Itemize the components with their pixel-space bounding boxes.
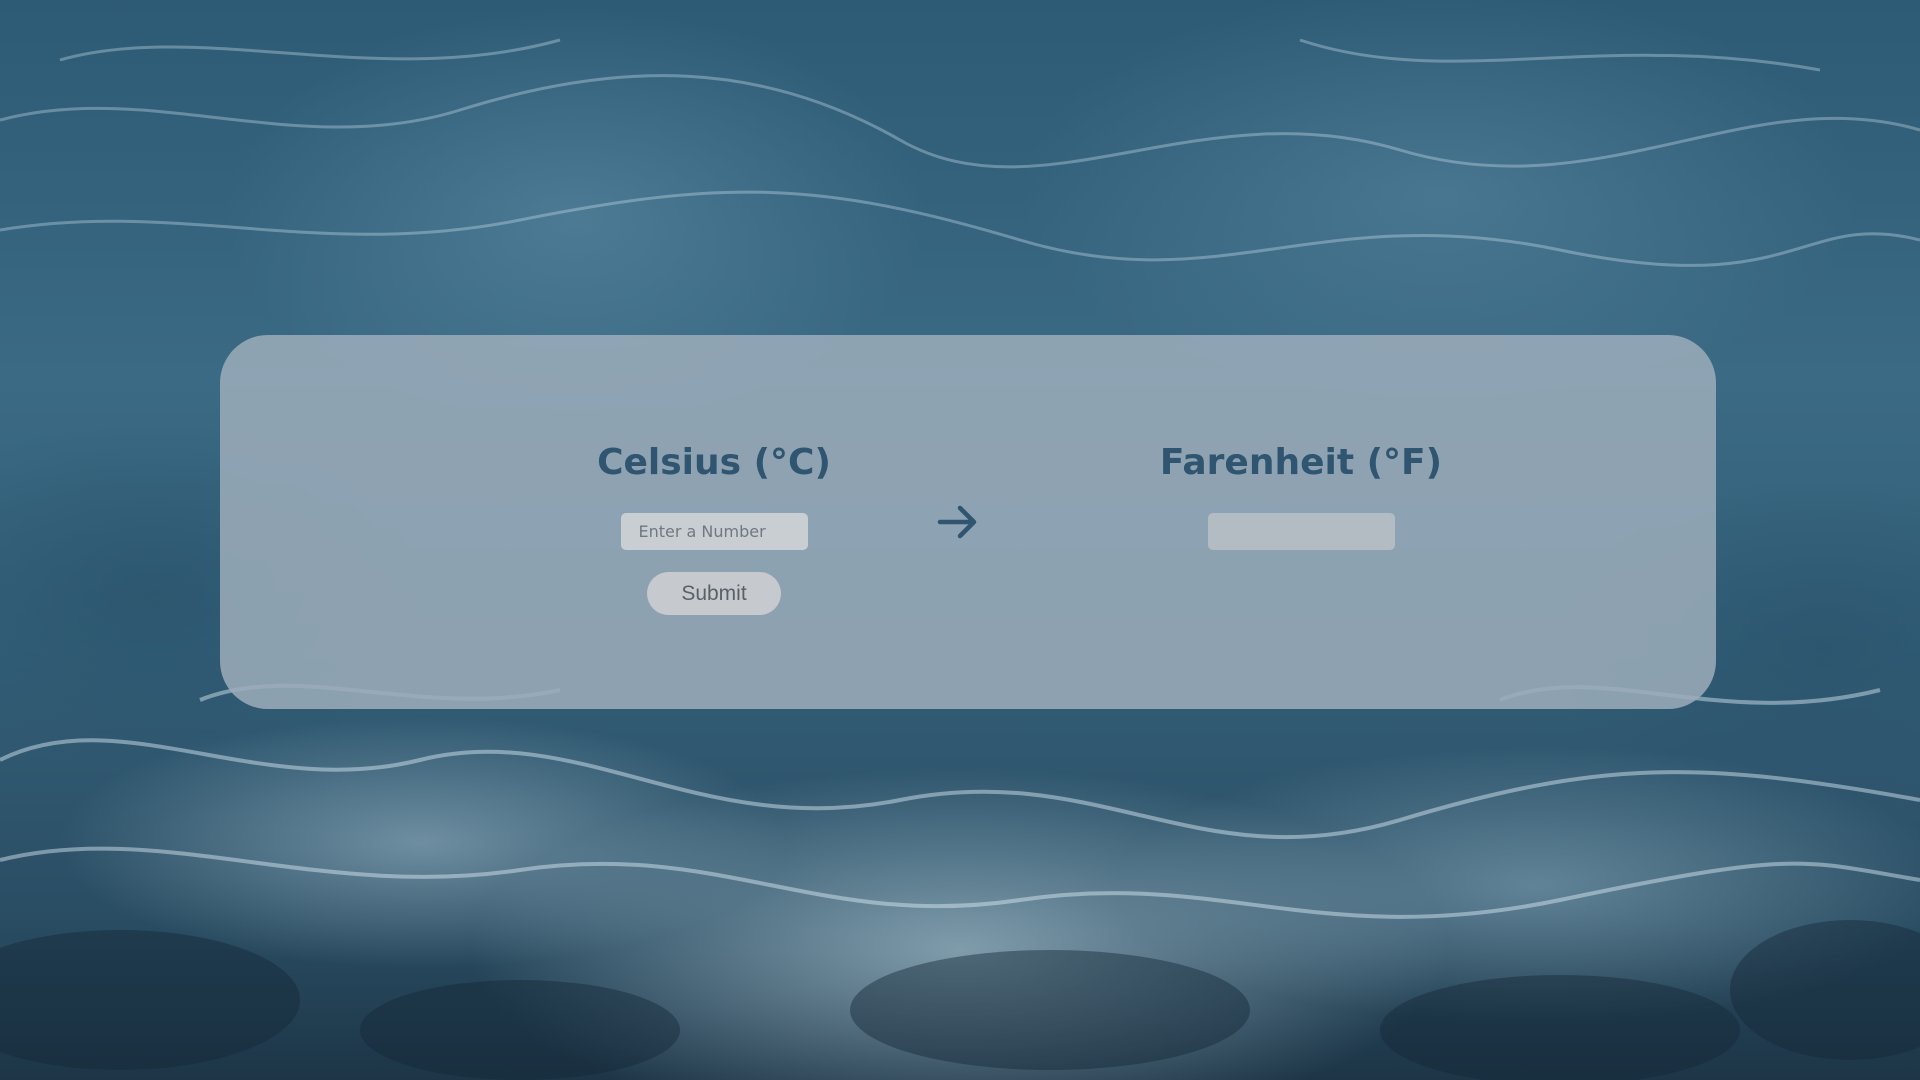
celsius-heading: Celsius (°C) bbox=[597, 442, 831, 483]
celsius-input[interactable] bbox=[620, 513, 808, 550]
converter-card: Celsius (°C) Submit Farenheit (°F) bbox=[220, 335, 1716, 709]
arrow-right-icon bbox=[937, 505, 977, 539]
fahrenheit-column: Farenheit (°F) bbox=[1141, 438, 1461, 550]
fahrenheit-heading: Farenheit (°F) bbox=[1159, 442, 1443, 483]
fahrenheit-output[interactable] bbox=[1207, 513, 1395, 550]
submit-button[interactable]: Submit bbox=[647, 572, 781, 615]
celsius-column: Celsius (°C) Submit bbox=[554, 438, 874, 615]
